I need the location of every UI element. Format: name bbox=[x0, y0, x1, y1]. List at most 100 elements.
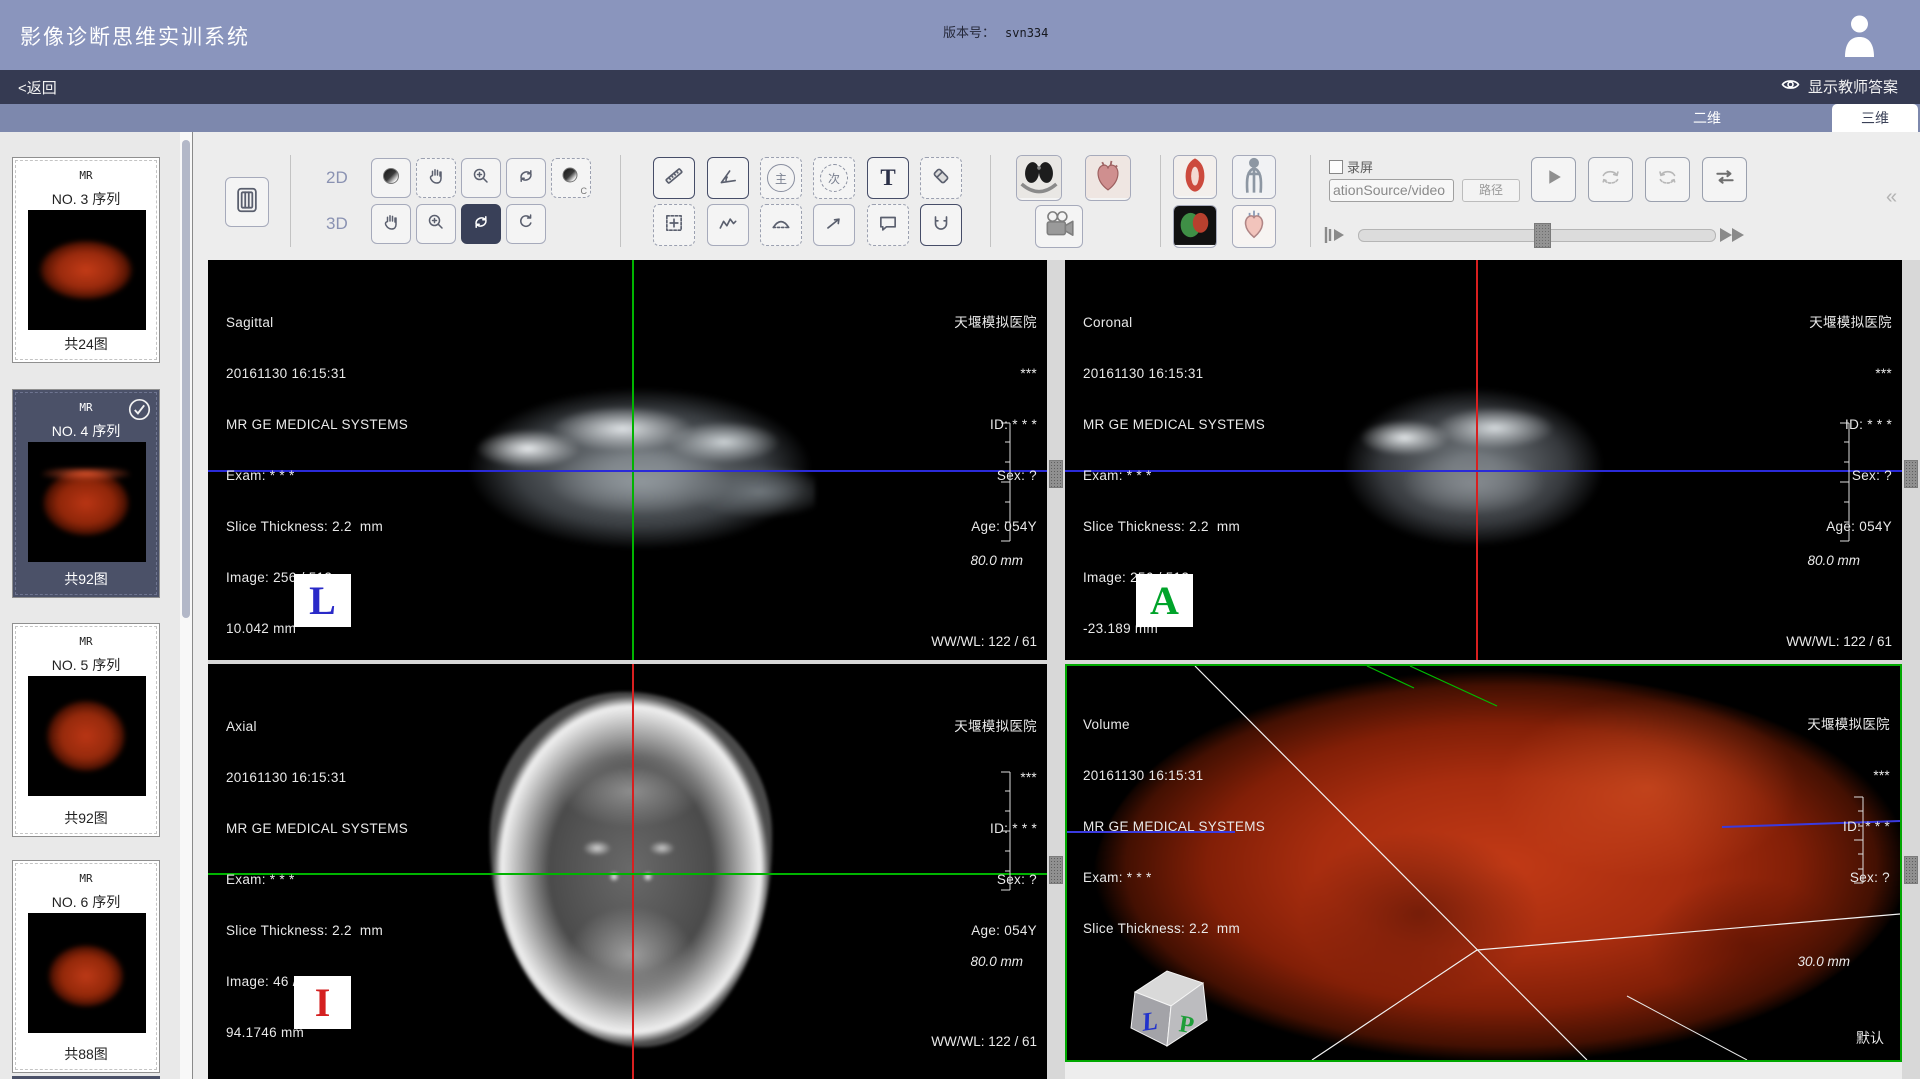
skeleton-view-button[interactable] bbox=[1232, 155, 1276, 199]
collapse-toolbar-chevron[interactable]: « bbox=[1886, 186, 1897, 209]
profile-curve-button[interactable] bbox=[707, 204, 749, 246]
zoom-2d-button[interactable] bbox=[461, 158, 501, 198]
text-tool-button[interactable]: T bbox=[867, 157, 909, 199]
eye-icon bbox=[1780, 77, 1801, 96]
lung-window-button[interactable] bbox=[1016, 155, 1062, 201]
orientation-cube[interactable]: L P bbox=[1125, 964, 1213, 1055]
preset-label[interactable]: 默认 bbox=[1856, 1028, 1884, 1048]
scale-ruler bbox=[999, 771, 1011, 896]
right-scroll-strip[interactable] bbox=[1902, 260, 1920, 1079]
video-path-input[interactable]: ationSource/video bbox=[1329, 179, 1454, 202]
play-button[interactable] bbox=[1531, 157, 1576, 202]
crosshair-tool-button[interactable] bbox=[653, 204, 695, 246]
crosshair-vertical-red[interactable] bbox=[1476, 260, 1478, 660]
checkmark-icon bbox=[128, 398, 151, 426]
loop-backward-button[interactable] bbox=[1645, 157, 1690, 202]
vertical-splitter[interactable] bbox=[1047, 260, 1065, 1079]
patient-age: Age: 054Y bbox=[954, 922, 1037, 939]
right-scroll-grip[interactable] bbox=[1904, 856, 1918, 884]
marker-main-button[interactable]: 主 bbox=[760, 157, 802, 199]
heart-view-button[interactable] bbox=[1085, 155, 1131, 201]
swap-direction-button[interactable] bbox=[1702, 157, 1747, 202]
rotate-arrows-icon bbox=[516, 166, 536, 191]
window-level-icon bbox=[381, 166, 401, 191]
orientation-marker: A bbox=[1136, 574, 1193, 627]
loop-forward-button[interactable] bbox=[1588, 157, 1633, 202]
overlay-study-info: Volume 20161130 16:15:31 MR GE MEDICAL S… bbox=[1083, 682, 1265, 971]
exam-label: Exam: * * * bbox=[1083, 467, 1265, 484]
cobb-angle-button[interactable] bbox=[920, 204, 962, 246]
arrow-tool-button[interactable] bbox=[813, 204, 855, 246]
patient-sex: Sex: ? bbox=[954, 467, 1037, 484]
series-card-3[interactable]: MR NO. 3 序列 共24图 bbox=[12, 157, 160, 363]
orientation-marker: L bbox=[294, 574, 351, 627]
larynx-view-button[interactable] bbox=[1173, 155, 1217, 199]
hospital-name: 天堰模拟医院 bbox=[1809, 314, 1892, 331]
eraser-button[interactable] bbox=[920, 157, 962, 199]
tab-3d[interactable]: 三维 bbox=[1832, 104, 1918, 132]
larynx-icon bbox=[1174, 155, 1216, 199]
tab-2d[interactable]: 二维 bbox=[1664, 104, 1750, 132]
series-name: NO. 5 序列 bbox=[13, 655, 159, 675]
curve-tool-button[interactable] bbox=[760, 204, 802, 246]
cube-front-letter: P bbox=[1177, 1011, 1196, 1039]
patient-name-anon: *** bbox=[1807, 767, 1890, 784]
layout-button[interactable] bbox=[225, 177, 269, 227]
play-icon bbox=[1543, 166, 1565, 193]
marker-secondary-button[interactable]: 次 bbox=[813, 157, 855, 199]
viewport-title: Volume bbox=[1083, 716, 1265, 733]
series-thumbnail bbox=[28, 442, 146, 562]
zoom-3d-button[interactable] bbox=[416, 204, 456, 244]
viewport-coronal[interactable]: Coronal 20161130 16:15:31 MR GE MEDICAL … bbox=[1065, 260, 1902, 660]
user-avatar-icon[interactable] bbox=[1842, 13, 1877, 63]
ruler-tool-button[interactable] bbox=[653, 157, 695, 199]
angle-tool-button[interactable] bbox=[707, 157, 749, 199]
pan-3d-button[interactable] bbox=[371, 204, 411, 244]
splitter-grip[interactable] bbox=[1049, 460, 1063, 488]
organ-3d-button[interactable] bbox=[1173, 205, 1217, 248]
sidebar-scrollbar-thumb[interactable] bbox=[182, 140, 190, 618]
text-tool-icon: T bbox=[880, 165, 895, 191]
scale-ruler bbox=[999, 422, 1011, 547]
viewport-volume-3d[interactable]: Volume 20161130 16:15:31 MR GE MEDICAL S… bbox=[1065, 664, 1902, 1062]
series-card-6[interactable]: MR NO. 6 序列 共88图 bbox=[12, 860, 160, 1073]
scale-ruler bbox=[1852, 796, 1864, 889]
series-card-5[interactable]: MR NO. 5 序列 共92图 bbox=[12, 623, 160, 837]
back-button[interactable]: <返回 bbox=[18, 77, 57, 98]
nav-bar bbox=[0, 70, 1920, 104]
wwwl-2d-button[interactable] bbox=[371, 158, 411, 198]
splitter-grip[interactable] bbox=[1049, 856, 1063, 884]
ruler-icon bbox=[663, 165, 685, 192]
patient-id: ID: * * * bbox=[1807, 818, 1890, 835]
viewport-title: Axial bbox=[226, 718, 408, 735]
viewport-axial[interactable]: Axial 20161130 16:15:31 MR GE MEDICAL SY… bbox=[208, 664, 1047, 1079]
wwwl-reset-button[interactable]: C bbox=[551, 158, 591, 198]
cine-slider-handle[interactable] bbox=[1534, 223, 1551, 248]
record-camera-button[interactable] bbox=[1035, 205, 1083, 248]
scale-ruler bbox=[1838, 422, 1850, 547]
viewport-sagittal[interactable]: Sagittal 20161130 16:15:31 MR GE MEDICAL… bbox=[208, 260, 1047, 660]
record-checkbox[interactable] bbox=[1329, 160, 1343, 174]
path-button[interactable]: 路径 bbox=[1462, 179, 1520, 202]
rotate-3d-button-selected[interactable] bbox=[461, 204, 501, 244]
sidebar-divider bbox=[192, 132, 193, 1079]
organ-3d-icon bbox=[1174, 205, 1216, 248]
crosshair-vertical-red[interactable] bbox=[632, 664, 634, 1079]
reset-view-3d-button[interactable] bbox=[506, 204, 546, 244]
annotation-tool-button[interactable] bbox=[867, 204, 909, 246]
patient-name-anon: *** bbox=[954, 769, 1037, 786]
patient-age: Age: 054Y bbox=[1809, 518, 1892, 535]
hand-icon bbox=[426, 166, 446, 191]
overlay-patient-info: 天堰模拟医院 *** ID: * * * Sex: ? Age: 054Y bbox=[954, 280, 1037, 569]
series-card-4-selected[interactable]: MR NO. 4 序列 共92图 bbox=[12, 389, 160, 598]
pan-2d-button[interactable] bbox=[416, 158, 456, 198]
show-teacher-answer-button[interactable]: 显示教师答案 bbox=[1780, 76, 1898, 97]
scale-label: 80.0 mm bbox=[970, 954, 1023, 969]
right-scroll-grip[interactable] bbox=[1904, 460, 1918, 488]
orientation-marker: I bbox=[294, 976, 351, 1029]
crosshair-vertical-green[interactable] bbox=[632, 260, 634, 660]
rotate-2d-button[interactable] bbox=[506, 158, 546, 198]
slider-end-icon[interactable] bbox=[1718, 224, 1754, 251]
heart-3d-button[interactable] bbox=[1232, 205, 1276, 248]
slider-start-icon[interactable] bbox=[1323, 224, 1351, 251]
